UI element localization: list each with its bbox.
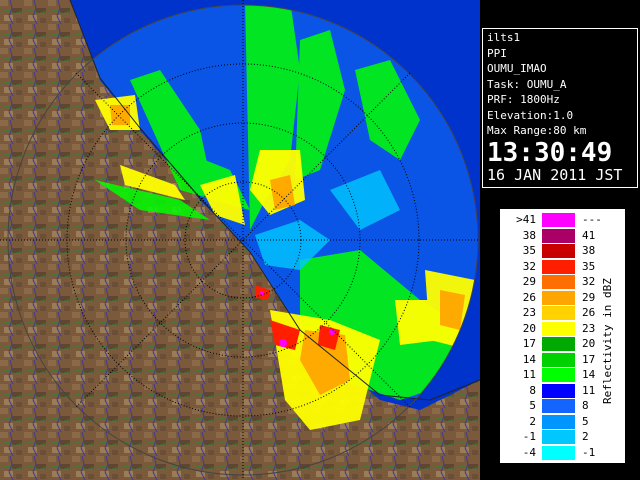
legend-high-value: 41 — [582, 228, 596, 242]
legend-color-swatch — [542, 399, 575, 413]
legend-row: 25 — [500, 414, 620, 430]
scan-date: 16 JAN 2011 JST — [487, 165, 623, 184]
legend-title: Reflectivity in dBZ — [601, 278, 614, 404]
scan-info-panel: ilts1 PPI OUMU_IMAO Task: OUMU_A PRF: 18… — [482, 28, 638, 188]
legend-low-value: 26 — [522, 290, 536, 304]
legend-color-swatch — [542, 445, 575, 460]
legend-color-swatch — [542, 259, 575, 274]
legend-low-value: 32 — [522, 259, 536, 273]
legend-low-value: 14 — [522, 352, 536, 366]
legend-color-swatch — [542, 321, 575, 336]
legend-color-swatch — [542, 275, 575, 289]
legend-row: -1 2 — [500, 430, 620, 445]
station-id: ilts1 — [487, 31, 521, 44]
elevation-value: Elevation:1.0 — [487, 108, 574, 122]
legend-high-value: 5 — [582, 414, 589, 428]
legend-color-swatch — [542, 213, 575, 227]
product-name: OUMU_IMAO — [487, 62, 547, 75]
max-range-value: Max Range:80 km — [487, 124, 587, 137]
legend-low-value: 5 — [529, 399, 536, 412]
legend-color-swatch — [542, 337, 575, 351]
legend-low-value: 11 — [522, 368, 536, 381]
legend-low-value: >41 — [516, 213, 536, 226]
legend-low-value: -4 — [522, 445, 536, 459]
legend-low-value: 35 — [522, 244, 536, 257]
legend-color-swatch — [542, 244, 575, 258]
prf-value: PRF: 1800Hz — [487, 93, 560, 106]
legend-low-value: 2 — [529, 414, 536, 428]
legend-color-swatch — [542, 290, 575, 305]
legend-low-value: 23 — [522, 306, 536, 319]
radar-ppi-display — [0, 0, 480, 480]
legend-color-swatch — [542, 228, 575, 243]
task-name: Task: OUMU_A — [487, 77, 567, 91]
legend-color-swatch — [542, 352, 575, 367]
legend-low-value: 17 — [522, 337, 536, 350]
legend-low-value: 8 — [529, 383, 536, 397]
legend-row: 38 41 — [500, 228, 620, 244]
legend-color-swatch — [542, 383, 575, 398]
legend-low-value: -1 — [522, 430, 536, 443]
legend-high-value: -1 — [582, 445, 596, 459]
legend-high-value: 2 — [582, 430, 589, 443]
legend-row: >41 --- — [500, 213, 620, 228]
legend-low-value: 20 — [522, 321, 536, 335]
legend-low-value: 38 — [522, 228, 536, 242]
legend-color-swatch — [542, 414, 575, 429]
radar-map — [0, 0, 480, 480]
scan-type: PPI — [487, 46, 507, 60]
legend-low-value: 29 — [522, 275, 536, 288]
legend-row: -4 -1 — [500, 445, 620, 461]
legend-color-swatch — [542, 306, 575, 320]
legend-color-swatch — [542, 368, 575, 382]
legend-color-swatch — [542, 430, 575, 444]
legend-high-value: --- — [582, 213, 602, 226]
scan-time: 13:30:49 — [487, 137, 613, 168]
